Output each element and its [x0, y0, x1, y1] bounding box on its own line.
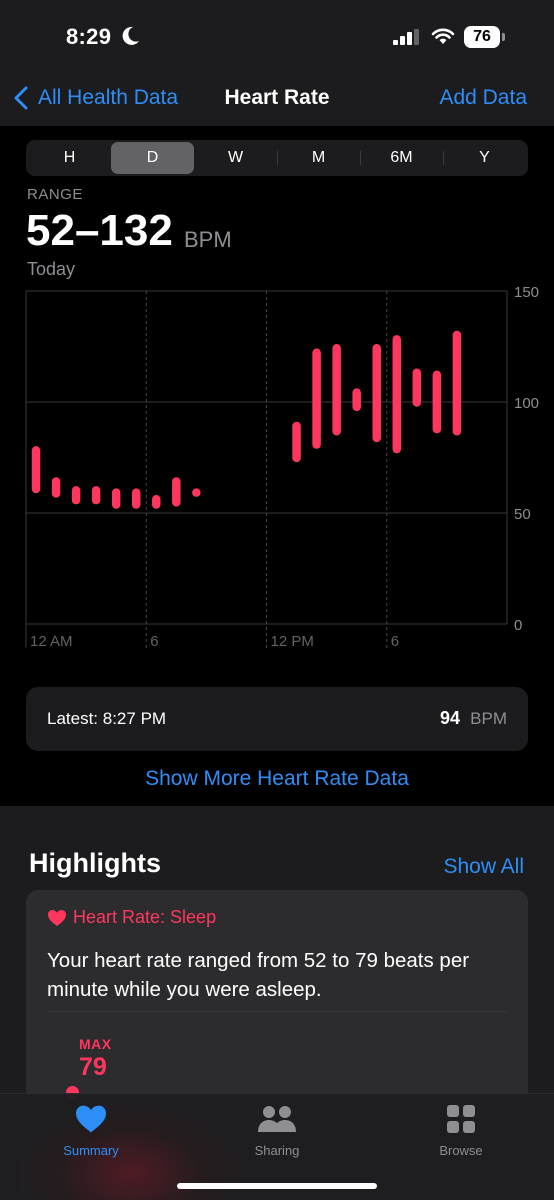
segment-day[interactable]: D — [111, 142, 194, 174]
segment-hour[interactable]: H — [28, 142, 111, 174]
highlight-heading-label: Heart Rate: Sleep — [73, 907, 217, 927]
segment-week[interactable]: W — [194, 142, 277, 174]
y-tick-label: 100 — [514, 395, 539, 412]
range-value: 52–132 — [26, 206, 173, 255]
y-tick-label: 150 — [514, 284, 539, 301]
show-all-button[interactable]: Show All — [443, 855, 524, 879]
tab-sharing-label: Sharing — [254, 1143, 300, 1158]
max-value: 79 — [79, 1053, 107, 1081]
heart-rate-chart[interactable]: 0 50 100 150 12 AM 6 12 PM 6 — [0, 280, 554, 660]
tab-summary-label: Summary — [63, 1143, 119, 1158]
max-label: MAX — [79, 1036, 112, 1052]
home-indicator — [177, 1183, 377, 1189]
x-tick-label: 6 — [391, 633, 399, 650]
heart-icon — [76, 1105, 106, 1133]
cellular-signal-icon — [393, 29, 419, 45]
tab-sharing[interactable]: Sharing — [207, 1102, 347, 1158]
x-tick-label: 6 — [150, 633, 158, 650]
highlight-heading: Heart Rate: Sleep — [47, 907, 216, 928]
tab-browse-label: Browse — [439, 1143, 483, 1158]
range-unit: BPM — [184, 227, 232, 252]
y-tick-label: 50 — [514, 506, 531, 523]
divider — [47, 1011, 507, 1012]
time-range-segmented-control: H D W M 6M Y — [26, 140, 528, 176]
segment-6-month[interactable]: 6M — [360, 142, 443, 174]
latest-unit: BPM — [470, 709, 507, 728]
highlight-body: Your heart rate ranged from 52 to 79 bea… — [47, 949, 470, 1001]
segment-month[interactable]: M — [277, 142, 360, 174]
people-icon — [258, 1106, 296, 1132]
status-time: 8:29 — [66, 24, 112, 49]
moon-icon — [122, 26, 139, 45]
wifi-icon — [431, 28, 455, 44]
x-tick-label: 12 PM — [271, 633, 314, 650]
battery-level: 76 — [464, 26, 500, 48]
navigation-bar: All Health Data Heart Rate Add Data — [0, 75, 554, 126]
latest-value: 94 — [439, 708, 460, 728]
sleep-highlight-card[interactable]: Heart Rate: Sleep Your heart rate ranged… — [26, 890, 528, 1110]
show-more-heart-rate-data-link[interactable]: Show More Heart Rate Data — [0, 767, 554, 791]
range-date: Today — [27, 259, 76, 279]
heart-icon — [48, 909, 66, 926]
tab-browse[interactable]: Browse — [391, 1102, 531, 1158]
segment-year[interactable]: Y — [443, 142, 526, 174]
latest-reading-card[interactable]: Latest: 8:27 PM 94 BPM — [26, 687, 528, 751]
battery-icon: 76 — [464, 26, 506, 48]
status-bar: 8:29 76 — [0, 0, 554, 75]
y-tick-label: 0 — [514, 617, 522, 634]
x-tick-label: 12 AM — [30, 633, 73, 650]
range-label: RANGE — [27, 186, 83, 203]
add-data-button[interactable]: Add Data — [439, 86, 527, 110]
highlights-title: Highlights — [29, 848, 161, 878]
grid-icon — [447, 1105, 475, 1133]
tab-summary[interactable]: Summary — [21, 1102, 161, 1158]
latest-label: Latest: 8:27 PM — [47, 709, 167, 728]
